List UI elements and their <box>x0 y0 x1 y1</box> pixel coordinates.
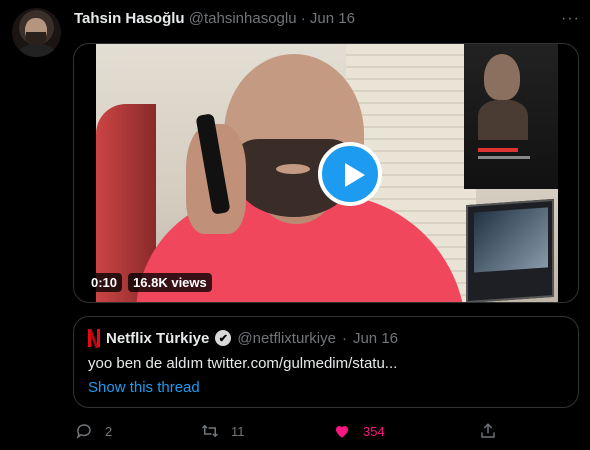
poster-line-2 <box>478 156 530 159</box>
video-player[interactable]: 0:10 16.8K views <box>73 43 579 303</box>
heart-icon <box>335 425 349 438</box>
quoted-header: Netflix Türkiye ✔ @netflixturkiye · Jun … <box>88 329 398 348</box>
tweet-actions: 2 11 354 <box>73 422 579 442</box>
reply-button[interactable]: 2 <box>75 422 112 440</box>
tweet-date[interactable]: Jun 16 <box>310 10 355 27</box>
share-icon <box>481 423 495 438</box>
poster-body <box>478 100 528 140</box>
retweet-button[interactable]: 11 <box>201 422 245 440</box>
retweet-icon <box>201 424 219 438</box>
author-handle[interactable]: @tahsinhasoglu <box>189 10 297 27</box>
play-icon <box>345 163 365 187</box>
laptop-screen <box>474 207 548 273</box>
quoted-separator: · <box>341 329 347 347</box>
show-thread-link[interactable]: Show this thread <box>88 379 200 396</box>
share-button[interactable] <box>479 422 497 440</box>
tweet-header: Tahsin Hasoğlu @tahsinhasoglu · Jun 16 <box>74 10 355 27</box>
wall-poster <box>464 44 558 189</box>
video-frame <box>96 44 558 302</box>
more-options-icon[interactable]: ··· <box>561 10 580 28</box>
retweet-count: 11 <box>231 423 245 439</box>
quoted-author-name[interactable]: Netflix Türkiye <box>106 330 209 347</box>
quoted-tweet[interactable]: Netflix Türkiye ✔ @netflixturkiye · Jun … <box>73 316 579 408</box>
video-duration: 0:10 <box>86 273 123 292</box>
poster-line <box>478 148 518 152</box>
quoted-text: yoo ben de aldım twitter.com/gulmedim/st… <box>88 355 398 372</box>
verified-badge-icon: ✔ <box>215 330 232 346</box>
like-count: 354 <box>363 423 385 439</box>
video-meta: 0:10 16.8K views <box>86 273 212 292</box>
poster-head <box>484 54 520 100</box>
play-button[interactable] <box>318 142 382 206</box>
like-button[interactable]: 354 <box>333 422 385 440</box>
reply-icon <box>76 424 91 439</box>
quoted-date[interactable]: Jun 16 <box>353 330 398 347</box>
author-avatar[interactable] <box>12 8 61 57</box>
separator-dot: · <box>300 10 306 27</box>
reply-count: 2 <box>105 423 113 439</box>
quoted-author-handle[interactable]: @netflixturkiye <box>237 330 336 347</box>
avatar-beard <box>26 32 46 46</box>
laptop <box>466 198 554 302</box>
mouth <box>276 164 310 174</box>
netflix-logo-icon <box>88 329 100 348</box>
video-views: 16.8K views <box>128 273 212 292</box>
author-name[interactable]: Tahsin Hasoğlu <box>74 10 185 27</box>
